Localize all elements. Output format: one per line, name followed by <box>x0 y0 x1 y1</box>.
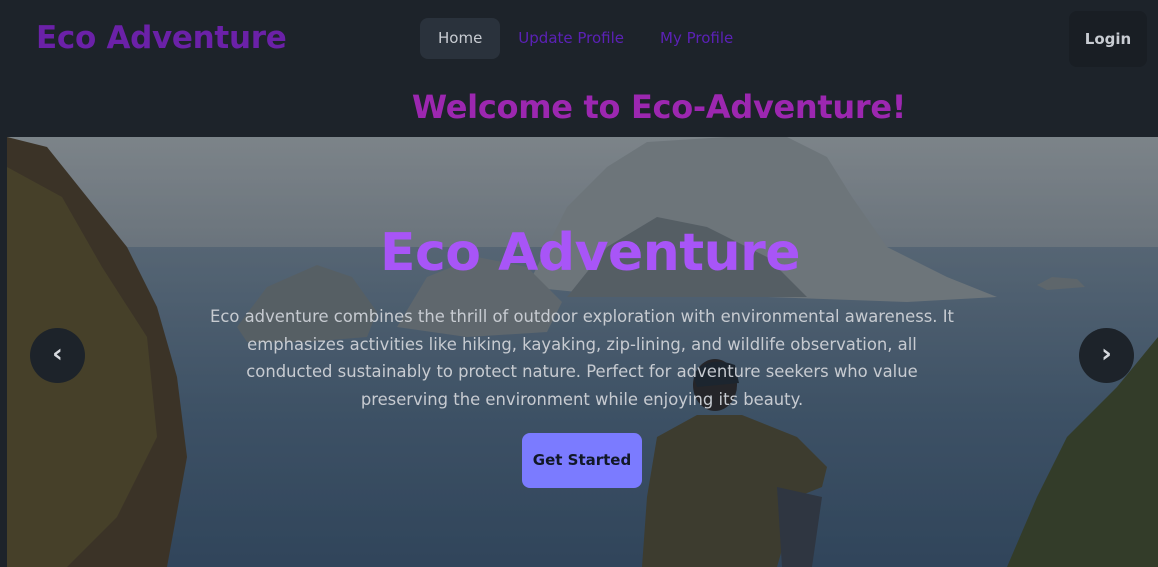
nav-link-update-profile[interactable]: Update Profile <box>500 18 642 59</box>
hero-carousel: Eco Adventure Eco adventure combines the… <box>7 137 1158 567</box>
carousel-prev-button[interactable]: ‹ <box>30 328 85 383</box>
login-button[interactable]: Login <box>1069 11 1147 67</box>
navbar: Eco Adventure Home Update Profile My Pro… <box>0 0 1158 80</box>
welcome-heading: Welcome to Eco-Adventure! <box>411 88 907 126</box>
chevron-left-icon: ‹ <box>52 339 63 369</box>
brand-logo-text[interactable]: Eco Adventure <box>36 20 287 56</box>
get-started-button[interactable]: Get Started <box>522 433 642 488</box>
chevron-right-icon: › <box>1101 339 1112 369</box>
carousel-next-button[interactable]: › <box>1079 328 1134 383</box>
hero-title: Eco Adventure <box>379 223 801 283</box>
nav-link-my-profile[interactable]: My Profile <box>642 18 751 59</box>
nav-link-home[interactable]: Home <box>420 18 501 59</box>
nav-links: Home Update Profile My Profile <box>420 18 751 59</box>
hero-content: Eco Adventure Eco adventure combines the… <box>7 137 1158 567</box>
hero-description: Eco adventure combines the thrill of out… <box>210 307 954 409</box>
